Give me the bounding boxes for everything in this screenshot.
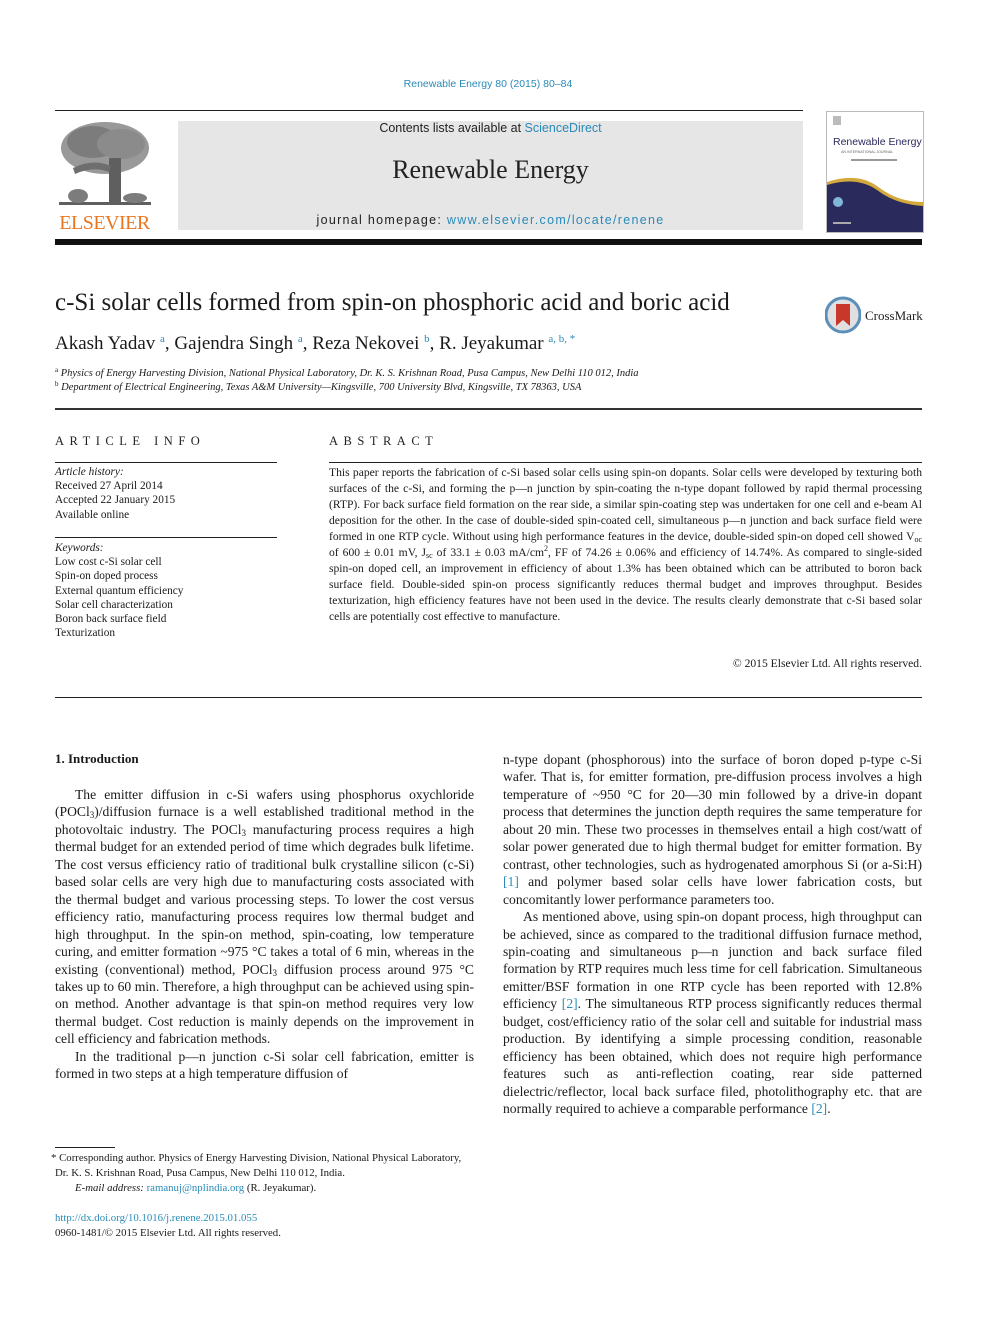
author-separator: , — [302, 333, 313, 354]
reference-link[interactable]: [2] — [562, 996, 578, 1011]
doi-block: http://dx.doi.org/10.1016/j.renene.2015.… — [55, 1211, 281, 1241]
homepage-line: journal homepage: www.elsevier.com/locat… — [178, 213, 803, 227]
doi-link[interactable]: http://dx.doi.org/10.1016/j.renene.2015.… — [55, 1212, 257, 1224]
keywords-rule — [55, 537, 277, 538]
journal-name: Renewable Energy — [392, 155, 589, 184]
paragraph-text: and polymer based solar cells have lower… — [503, 874, 922, 907]
reference-link[interactable]: [2] — [811, 1101, 827, 1116]
author-name[interactable]: R. Jeyakumar — [439, 333, 543, 354]
email-link[interactable]: ramanuj@nplindia.org — [147, 1182, 245, 1194]
elsevier-wordmark: ELSEVIER — [59, 212, 150, 234]
keywords-label: Keywords: — [55, 542, 104, 554]
abstract-text: This paper reports the fabrication of c-… — [329, 466, 922, 543]
paragraph-text: manufacturing process requires a high th… — [55, 821, 474, 977]
corresponding-author-note: * Corresponding author. Physics of Energ… — [51, 1151, 474, 1181]
affiliation-b: b Department of Electrical Engineering, … — [55, 380, 581, 393]
header-top-rule — [55, 110, 803, 111]
footnotes: * Corresponding author. Physics of Energ… — [51, 1151, 474, 1196]
body-column-left: The emitter diffusion in c-Si wafers usi… — [55, 786, 474, 1083]
keyword-item: Solar cell characterization — [55, 598, 173, 611]
paragraph: The emitter diffusion in c-Si wafers usi… — [55, 786, 474, 1048]
history-accepted: Accepted 22 January 2015 — [55, 494, 176, 507]
crossmark-icon — [824, 296, 862, 334]
keyword-item: Texturization — [55, 627, 116, 640]
affiliation-text: Physics of Energy Harvesting Division, N… — [60, 368, 639, 379]
author[interactable]: R. Jeyakumar a, b, * — [439, 333, 575, 354]
author[interactable]: Reza Nekovei b, — [312, 333, 439, 354]
journal-cover-icon: Renewable Energy AN INTERNATIONAL JOURNA… — [827, 116, 923, 232]
elsevier-logo[interactable]: ELSEVIER — [53, 118, 156, 234]
crossmark-badge[interactable]: CrossMark — [824, 296, 925, 336]
author[interactable]: Akash Yadav a, — [55, 333, 174, 354]
article-info-heading: ARTICLE INFO — [55, 434, 206, 448]
voc-subscript: oc — [914, 535, 922, 544]
article-title: c-Si solar cells formed from spin-on pho… — [55, 289, 730, 316]
cover-subtitle: AN INTERNATIONAL JOURNAL — [841, 150, 893, 154]
issn-copyright: 0960-1481/© 2015 Elsevier Ltd. All right… — [55, 1227, 281, 1239]
section-heading-introduction: 1. Introduction — [55, 751, 139, 766]
abstract-heading: ABSTRACT — [329, 434, 439, 448]
paragraph-text: . — [827, 1101, 831, 1117]
article-history: Article history: Received 27 April 2014 … — [55, 465, 175, 522]
paragraph: n-type dopant (phosphorous) into the sur… — [503, 751, 922, 908]
journal-cover-thumbnail[interactable]: Renewable Energy AN INTERNATIONAL JOURNA… — [826, 111, 924, 233]
email-note: E-mail address: ramanuj@nplindia.org (R.… — [55, 1181, 474, 1196]
author-list: Akash Yadav a, Gajendra Singh a, Reza Ne… — [55, 333, 575, 355]
title-block-rule — [55, 408, 922, 410]
keywords: Keywords: Low cost c-Si solar cell Spin-… — [55, 541, 183, 640]
keyword-item: Low cost c-Si solar cell — [55, 556, 162, 569]
crossmark-label: CrossMark — [865, 308, 923, 323]
contents-line: Contents lists available at ScienceDirec… — [178, 121, 803, 135]
journal-homepage-link[interactable]: www.elsevier.com/locate/renene — [447, 213, 665, 227]
author[interactable]: Gajendra Singh a, — [174, 333, 312, 354]
paragraph-text: . The simultaneous RTP process significa… — [503, 996, 922, 1117]
email-label: E-mail address: — [75, 1182, 147, 1194]
author-name[interactable]: Akash Yadav — [55, 333, 155, 354]
contents-prefix: Contents lists available at — [379, 121, 525, 135]
abstract-bottom-rule — [55, 697, 922, 698]
body-column-right: n-type dopant (phosphorous) into the sur… — [503, 751, 922, 1118]
header-thick-rule — [55, 239, 922, 245]
reference-link[interactable]: [1] — [503, 874, 519, 889]
abstract-rule — [329, 462, 922, 463]
abstract-text: of 600 ± 0.01 mV, J — [329, 546, 426, 559]
homepage-prefix: journal homepage: — [316, 213, 447, 227]
jsc-subscript: sc — [426, 551, 433, 560]
email-suffix: (R. Jeyakumar). — [244, 1182, 317, 1194]
affiliation-marker: b — [55, 380, 59, 388]
paragraph-text: n-type dopant (phosphorous) into the sur… — [503, 752, 922, 872]
keyword-item: Spin-on doped process — [55, 570, 158, 583]
journal-citation-link[interactable]: Renewable Energy 80 (2015) 80–84 — [0, 78, 976, 90]
paragraph: As mentioned above, using spin-on dopant… — [503, 908, 922, 1117]
author-name[interactable]: Reza Nekovei — [312, 333, 419, 354]
abstract-text: of 33.1 ± 0.03 mA/cm — [432, 546, 545, 559]
keyword-item: External quantum efficiency — [55, 584, 184, 597]
corresponding-author-text: * Corresponding author. Physics of Energ… — [51, 1152, 462, 1179]
history-received: Received 27 April 2014 — [55, 480, 163, 493]
abstract-copyright: © 2015 Elsevier Ltd. All rights reserved… — [732, 657, 922, 670]
affiliation-marker: a — [55, 366, 59, 374]
affiliation-text: Department of Electrical Engineering, Te… — [61, 382, 582, 393]
author-name[interactable]: Gajendra Singh — [174, 333, 293, 354]
paragraph: In the traditional p—n junction c-Si sol… — [55, 1048, 474, 1082]
footnote-rule — [55, 1147, 115, 1148]
affiliation-a: a Physics of Energy Harvesting Division,… — [55, 366, 639, 379]
elsevier-tree-icon — [59, 122, 151, 205]
sciencedirect-link[interactable]: ScienceDirect — [525, 121, 602, 135]
journal-masthead: Contents lists available at ScienceDirec… — [178, 121, 803, 230]
history-available: Available online — [55, 508, 130, 521]
article-info-rule — [55, 462, 277, 463]
article-history-label: Article history: — [55, 466, 124, 478]
abstract-body: This paper reports the fabrication of c-… — [329, 465, 922, 625]
author-affiliation-marker[interactable]: a, b, * — [548, 333, 575, 345]
cover-title: Renewable Energy — [833, 136, 922, 148]
author-separator: , — [429, 333, 440, 354]
author-separator: , — [164, 333, 175, 354]
keyword-item: Boron back surface field — [55, 613, 167, 626]
